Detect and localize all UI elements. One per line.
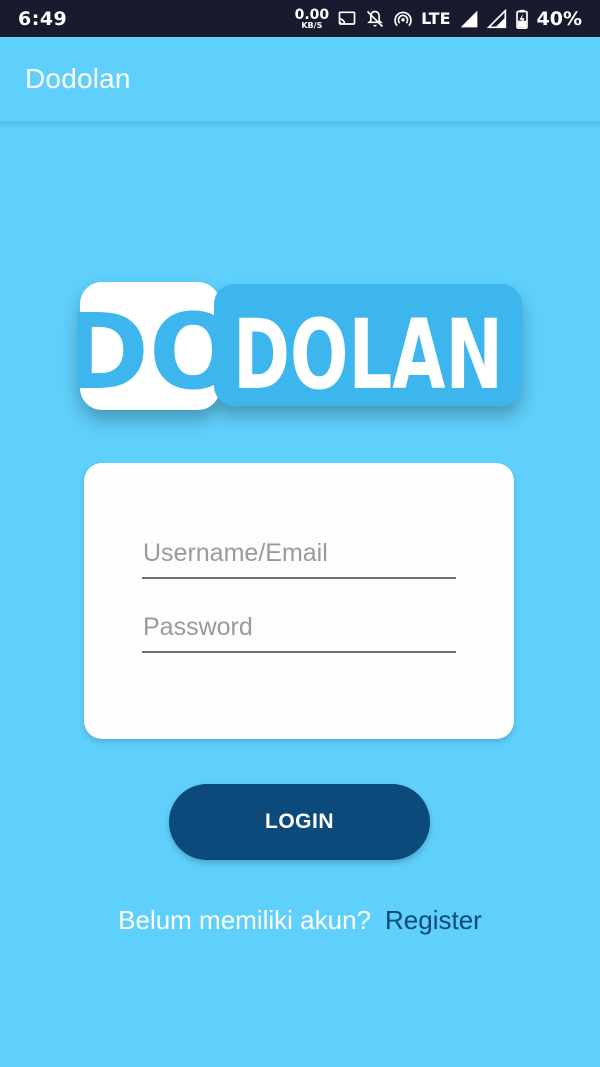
battery-charging-icon: [515, 9, 528, 29]
network-speed: 0.00 KB/S: [295, 8, 330, 30]
register-row: Belum memiliki akun? Register: [0, 900, 600, 940]
network-speed-unit: KB/S: [301, 20, 323, 30]
status-bar: 6:49 0.00 KB/S LTE 40%: [0, 0, 600, 37]
username-field[interactable]: [142, 535, 456, 579]
cast-icon: [338, 11, 356, 25]
signal-icon: [486, 8, 506, 28]
app-logo: DO DOLAN: [63, 280, 524, 415]
logo-text-do: DO: [78, 291, 237, 413]
register-link[interactable]: Register: [385, 905, 482, 936]
login-card: [84, 463, 514, 739]
password-field[interactable]: [142, 609, 456, 653]
app-title: Dodolan: [25, 63, 131, 94]
notifications-off-icon: [367, 10, 384, 27]
register-prompt: Belum memiliki akun?: [118, 904, 372, 935]
logo-text-dolan: DOLAN: [233, 299, 503, 411]
status-time: 6:49: [18, 7, 68, 30]
network-type: LTE: [421, 9, 451, 28]
app-bar: Dodolan: [0, 37, 600, 123]
hotspot-icon: [394, 11, 412, 26]
logo-graphic: DO DOLAN: [63, 282, 522, 413]
login-button[interactable]: LOGIN: [169, 784, 430, 860]
status-icons: 0.00 KB/S LTE 40%: [295, 8, 582, 30]
signal-icon: [460, 10, 477, 27]
network-speed-value: 0.00: [294, 6, 330, 23]
battery-level: 40%: [536, 7, 582, 30]
